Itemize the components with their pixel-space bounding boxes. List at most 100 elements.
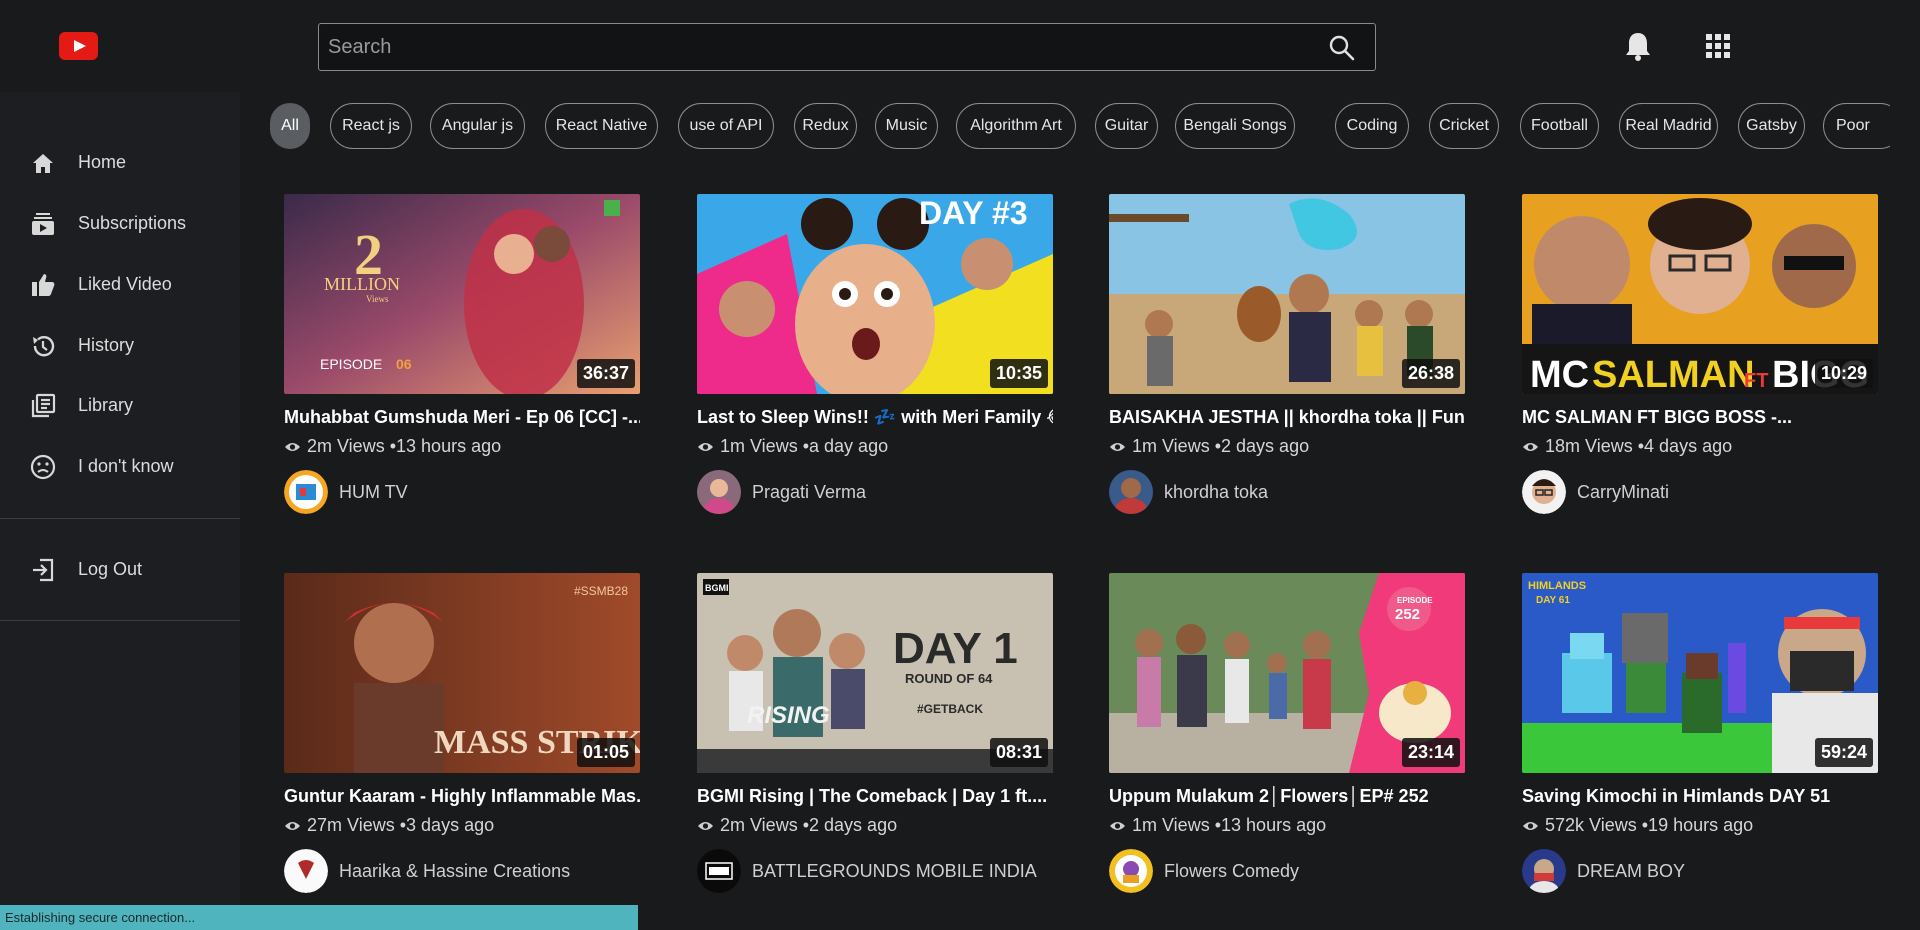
thumb-text: Views — [366, 294, 389, 304]
video-title[interactable]: Guntur Kaaram - Highly Inflammable Mas..… — [284, 786, 640, 807]
sidebar-item-liked-video[interactable]: Liked Video — [0, 261, 240, 307]
video-thumbnail[interactable]: DAY #3 10:35 — [697, 194, 1053, 394]
video-duration: 10:35 — [989, 359, 1048, 388]
status-bar: Establishing secure connection... — [0, 905, 638, 930]
video-card[interactable]: DAY 1 ROUND OF 64 #GETBACK RISING BGMI 0… — [697, 573, 1053, 893]
thumb-text: 252 — [1395, 606, 1420, 623]
channel-info[interactable]: HUM TV — [284, 470, 408, 514]
chip-poor[interactable]: Poor — [1823, 103, 1890, 149]
chip-football[interactable]: Football — [1520, 103, 1599, 149]
channel-name[interactable]: khordha toka — [1164, 482, 1268, 503]
video-card[interactable]: MASS STRIKE #SSMB28 01:05 Guntur Kaaram … — [284, 573, 640, 893]
video-title[interactable]: Last to Sleep Wins!! 💤 with Meri Family … — [697, 407, 1053, 428]
video-age: •13 hours ago — [1214, 815, 1327, 835]
chip-react-js[interactable]: React js — [330, 103, 412, 149]
chip-real-madrid[interactable]: Real Madrid — [1619, 103, 1718, 149]
sidebar-item-history[interactable]: History — [0, 322, 240, 368]
sidebar-item-label: Log Out — [78, 559, 143, 579]
avatar[interactable] — [697, 849, 741, 893]
top-header — [0, 0, 1920, 92]
channel-name[interactable]: BATTLEGROUNDS MOBILE INDIA — [752, 861, 1037, 882]
search-input[interactable] — [319, 24, 1279, 70]
channel-name[interactable]: Pragati Verma — [752, 482, 866, 503]
video-age: •2 days ago — [1214, 436, 1310, 456]
video-title[interactable]: Muhabbat Gumshuda Meri - Ep 06 [CC] -... — [284, 407, 640, 428]
video-card[interactable]: 26:38 BAISAKHA JESTHA || khordha toka ||… — [1109, 194, 1465, 514]
video-card[interactable]: MC SALMAN FT BIGG BO 10:29 MC SALMAN FT … — [1522, 194, 1878, 514]
video-card[interactable]: DAY #3 10:35 Last to Sleep Wins!! 💤 with… — [697, 194, 1053, 514]
thumb-text: EPISODE — [320, 356, 382, 372]
video-card[interactable]: HIMLANDS DAY 61 59:24 Saving Kimochi in … — [1522, 573, 1878, 893]
channel-info[interactable]: Pragati Verma — [697, 470, 866, 514]
channel-info[interactable]: khordha toka — [1109, 470, 1268, 514]
sidebar-item-home[interactable]: Home — [0, 139, 240, 185]
chip-guitar[interactable]: Guitar — [1095, 103, 1158, 149]
video-meta: 2m Views •13 hours ago — [284, 436, 501, 457]
avatar[interactable] — [1522, 470, 1566, 514]
chip-cricket[interactable]: Cricket — [1429, 103, 1499, 149]
avatar[interactable] — [284, 470, 328, 514]
channel-info[interactable]: CarryMinati — [1522, 470, 1669, 514]
channel-info[interactable]: BATTLEGROUNDS MOBILE INDIA — [697, 849, 1037, 893]
channel-info[interactable]: DREAM BOY — [1522, 849, 1685, 893]
avatar[interactable] — [1109, 849, 1153, 893]
chip-algorithm-art[interactable]: Algorithm Art — [956, 103, 1076, 149]
chip-react-native[interactable]: React Native — [545, 103, 658, 149]
video-title[interactable]: BAISAKHA JESTHA || khordha toka || Fun..… — [1109, 407, 1465, 428]
chip-bengali-songs[interactable]: Bengali Songs — [1175, 103, 1295, 149]
video-card[interactable]: 2 MILLION Views EPISODE 06 36:37 Muhabba… — [284, 194, 640, 514]
video-meta: 572k Views •19 hours ago — [1522, 815, 1753, 836]
video-thumbnail[interactable]: 26:38 — [1109, 194, 1465, 394]
sidebar: Home Subscriptions Liked Video History L… — [0, 92, 240, 930]
sidebar-item-subscriptions[interactable]: Subscriptions — [0, 200, 240, 246]
chip-music[interactable]: Music — [875, 103, 938, 149]
video-thumbnail[interactable]: MASS STRIKE #SSMB28 01:05 — [284, 573, 640, 773]
history-icon — [30, 333, 56, 359]
chip-all[interactable]: All — [270, 103, 310, 149]
channel-info[interactable]: Flowers Comedy — [1109, 849, 1299, 893]
video-thumbnail[interactable]: EPISODE 252 23:14 — [1109, 573, 1465, 773]
video-thumbnail[interactable]: 2 MILLION Views EPISODE 06 36:37 — [284, 194, 640, 394]
avatar[interactable] — [284, 849, 328, 893]
video-age: •13 hours ago — [389, 436, 502, 456]
video-thumbnail[interactable]: MC SALMAN FT BIGG BO 10:29 — [1522, 194, 1878, 394]
chip-angular-js[interactable]: Angular js — [430, 103, 525, 149]
apps-grid-icon[interactable] — [1700, 28, 1736, 64]
bell-icon[interactable] — [1620, 28, 1656, 64]
channel-info[interactable]: Haarika & Hassine Creations — [284, 849, 570, 893]
video-title[interactable]: Saving Kimochi in Himlands DAY 51 — [1522, 786, 1878, 807]
channel-name[interactable]: Haarika & Hassine Creations — [339, 861, 570, 882]
video-age: •a day ago — [802, 436, 889, 456]
app-root: Home Subscriptions Liked Video History L… — [0, 0, 1920, 930]
video-thumbnail[interactable]: DAY 1 ROUND OF 64 #GETBACK RISING BGMI 0… — [697, 573, 1053, 773]
channel-name[interactable]: CarryMinati — [1577, 482, 1669, 503]
chip-coding[interactable]: Coding — [1335, 103, 1409, 149]
video-title[interactable]: BGMI Rising | The Comeback | Day 1 ft...… — [697, 786, 1053, 807]
avatar[interactable] — [697, 470, 741, 514]
chip-gatsby[interactable]: Gatsby — [1738, 103, 1805, 149]
channel-name[interactable]: Flowers Comedy — [1164, 861, 1299, 882]
youtube-logo-icon[interactable] — [59, 32, 98, 60]
sidebar-item-i-dont-know[interactable]: I don't know — [0, 443, 240, 489]
video-age: •19 hours ago — [1641, 815, 1754, 835]
thumb-text: FT — [1744, 370, 1768, 392]
avatar[interactable] — [1522, 849, 1566, 893]
sidebar-item-log-out[interactable]: Log Out — [0, 546, 240, 592]
sidebar-item-label: Liked Video — [78, 274, 172, 294]
video-age: •4 days ago — [1637, 436, 1733, 456]
chip-use-of-api[interactable]: use of API — [678, 103, 774, 149]
sidebar-divider — [0, 620, 240, 621]
sidebar-divider — [0, 518, 240, 519]
video-title[interactable]: MC SALMAN FT BIGG BOSS -... — [1522, 407, 1878, 428]
channel-name[interactable]: DREAM BOY — [1577, 861, 1685, 882]
sidebar-item-library[interactable]: Library — [0, 382, 240, 428]
thumb-text: SALMAN — [1592, 354, 1755, 394]
chip-redux[interactable]: Redux — [794, 103, 857, 149]
avatar[interactable] — [1109, 470, 1153, 514]
video-title[interactable]: Uppum Mulakum 2│Flowers│EP# 252 — [1109, 786, 1465, 807]
video-card[interactable]: EPISODE 252 23:14 Uppum Mulakum 2│Flower… — [1109, 573, 1465, 893]
video-thumbnail[interactable]: HIMLANDS DAY 61 59:24 — [1522, 573, 1878, 773]
search-icon[interactable] — [1327, 33, 1357, 63]
video-meta: 1m Views •a day ago — [697, 436, 888, 457]
channel-name[interactable]: HUM TV — [339, 482, 408, 503]
